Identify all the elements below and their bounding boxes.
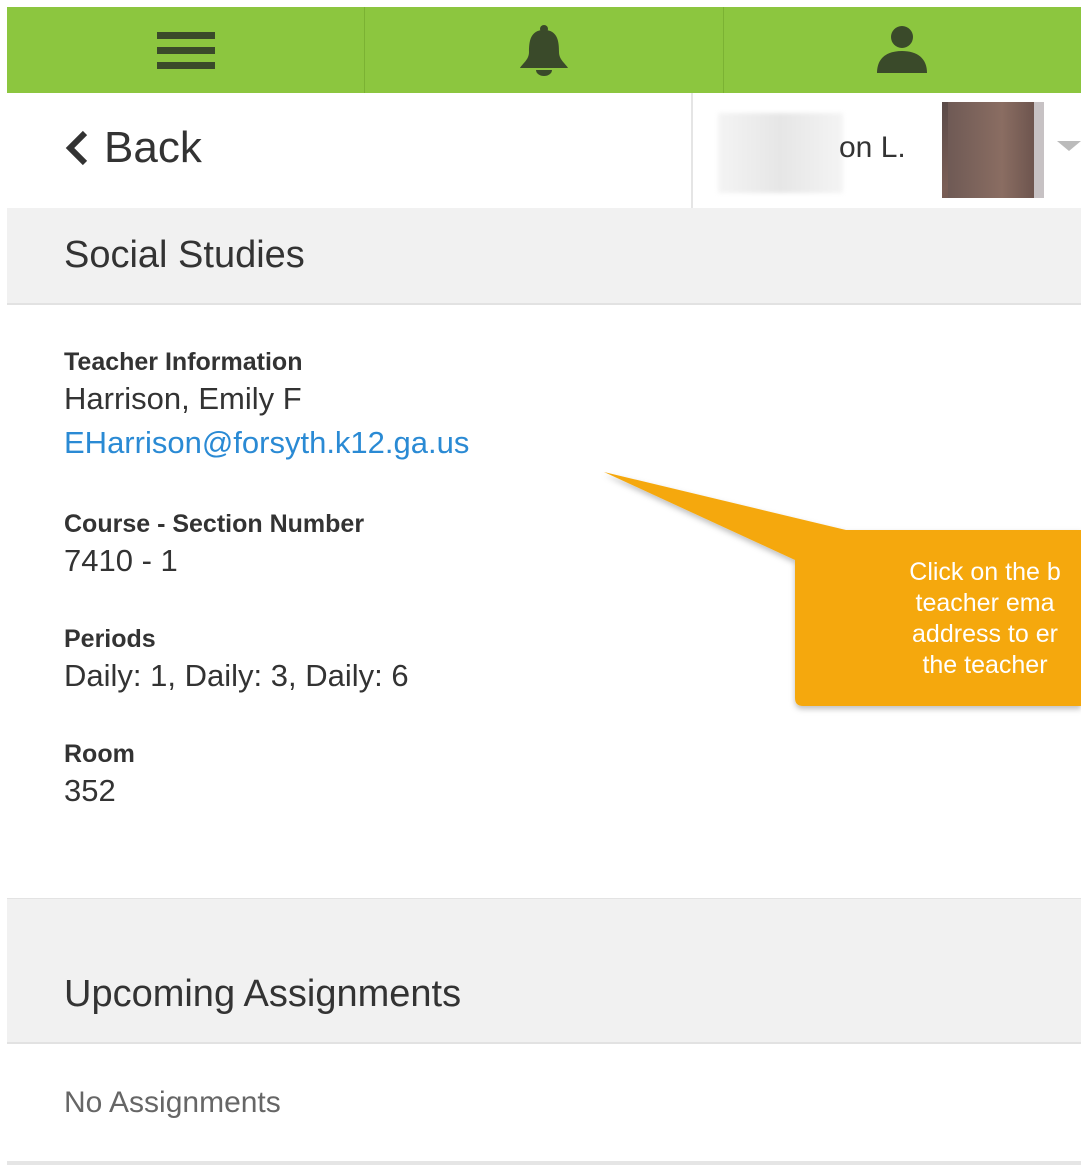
callout-line: Click on the b <box>909 558 1061 586</box>
divider <box>7 1161 1081 1165</box>
empty-assignments-text: No Assignments <box>64 1086 281 1119</box>
assignments-header: Upcoming Assignments <box>7 945 1081 1044</box>
callout-line: teacher ema <box>915 589 1055 617</box>
callout-tooltip: Click on the b teacher ema address to er… <box>795 557 1081 681</box>
callout-line: address to er <box>912 620 1058 648</box>
assignments-title: Upcoming Assignments <box>64 973 462 1015</box>
callout-line: the teacher <box>922 651 1048 679</box>
section-divider <box>7 898 1081 947</box>
